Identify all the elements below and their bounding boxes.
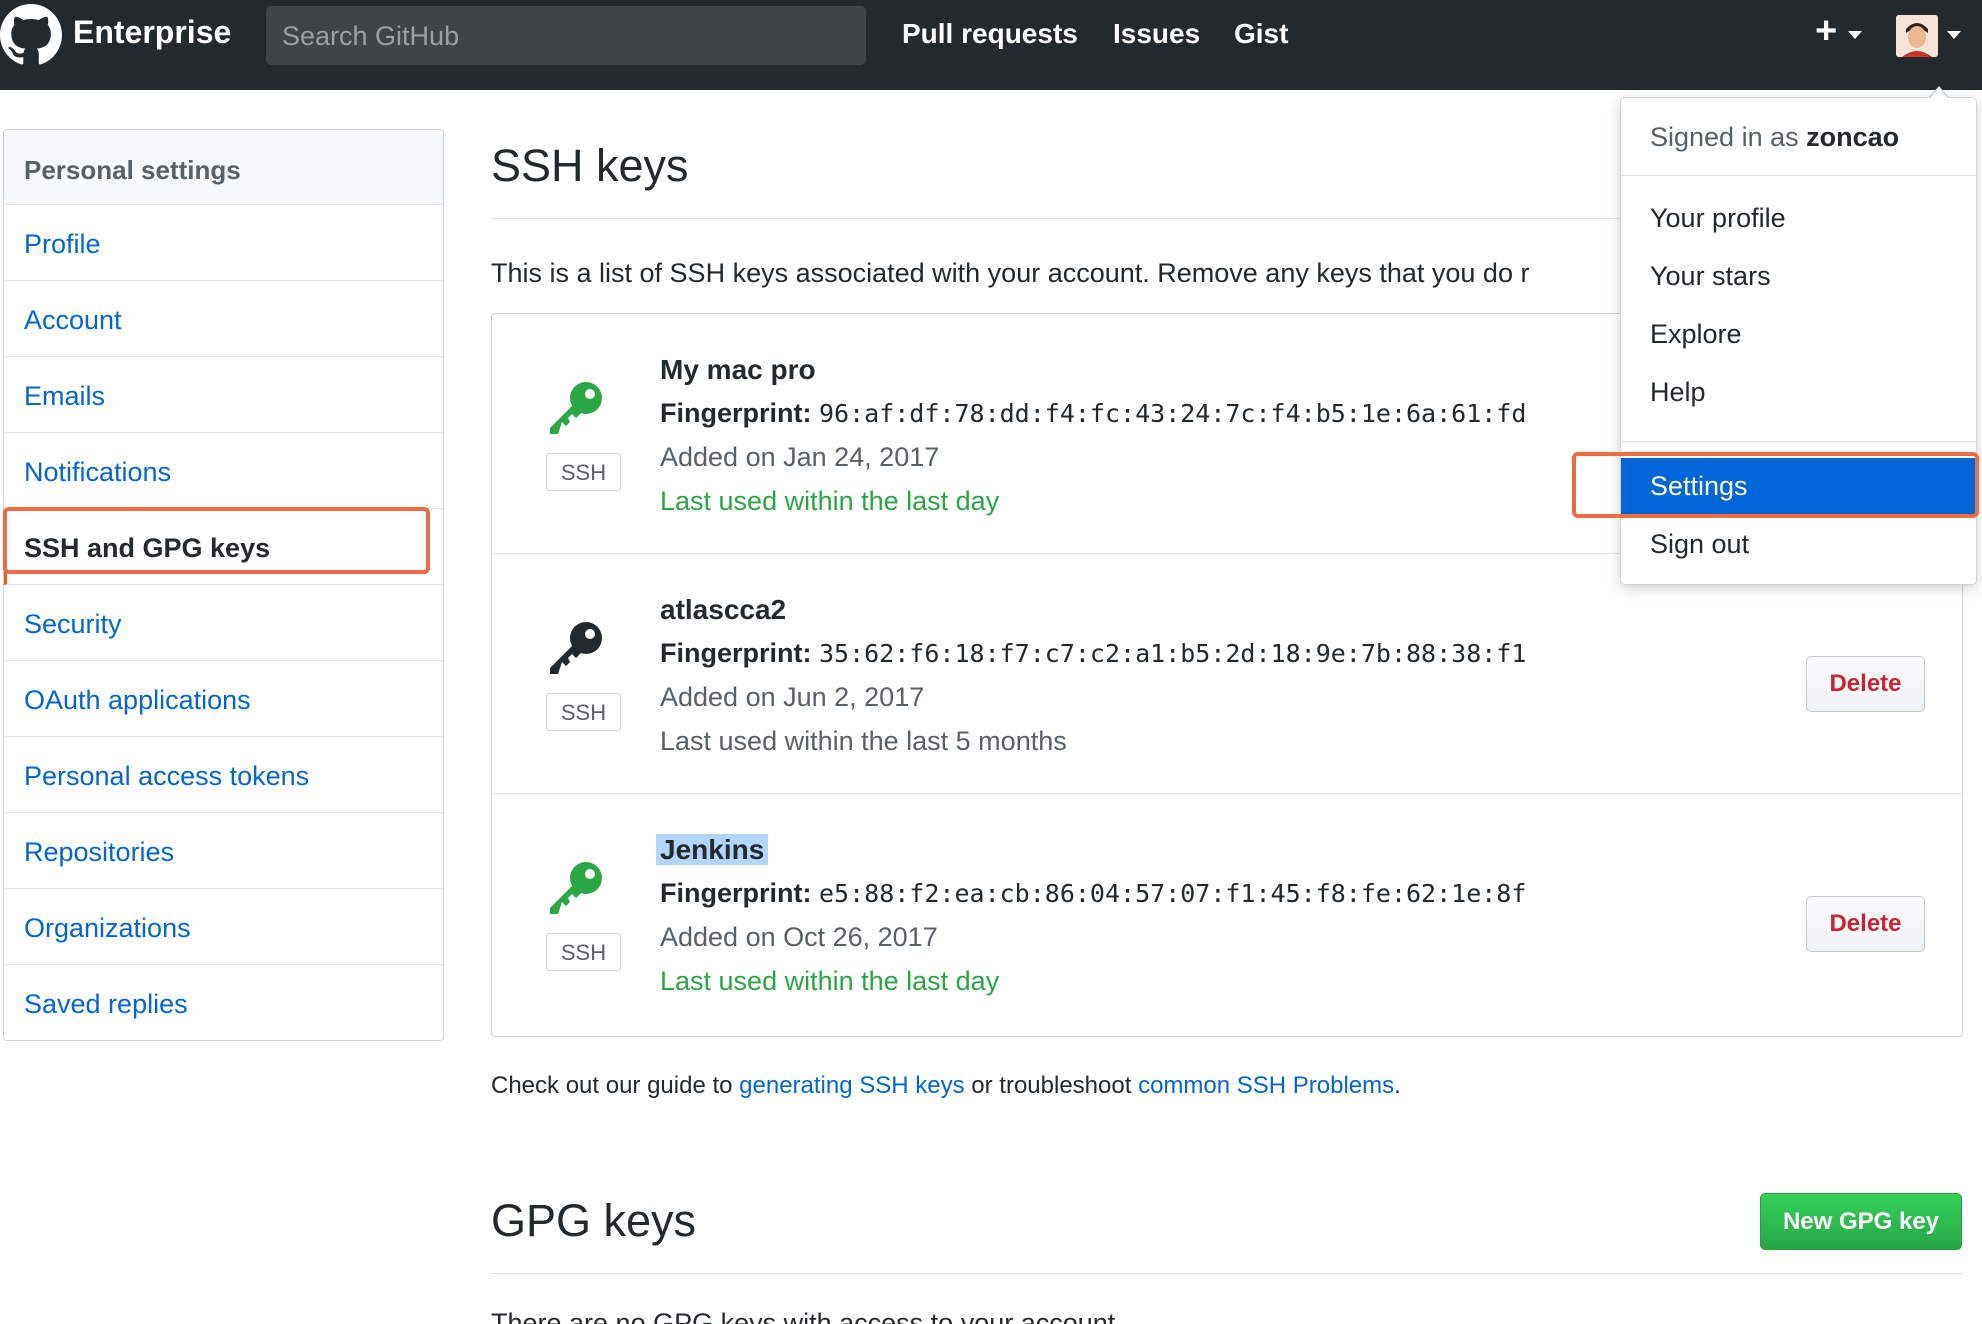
guide-prefix: Check out our guide to — [491, 1072, 740, 1099]
key-icon — [550, 382, 602, 434]
signed-in-as: Signed in as zoncao — [1650, 122, 1899, 153]
guide-middle: or troubleshoot — [964, 1072, 1139, 1099]
nav-gist[interactable]: Gist — [1234, 18, 1288, 50]
delete-key-button[interactable]: Delete — [1806, 896, 1925, 952]
key-icon — [550, 862, 602, 914]
key-icon — [550, 622, 602, 674]
fingerprint-label: Fingerprint: — [660, 398, 812, 428]
sidebar-item-profile[interactable]: Profile — [4, 205, 443, 281]
delete-key-button[interactable]: Delete — [1806, 656, 1925, 712]
key-added-date: Added on Jun 2, 2017 — [660, 682, 925, 712]
key-title: atlascca2 — [660, 594, 787, 625]
fingerprint-value: 96:af:df:78:dd:f4:fc:43:24:7c:f4:b5:1e:6… — [819, 399, 1527, 428]
key-fingerprint: Fingerprint: e5:88:f2:ea:cb:86:04:57:07:… — [660, 878, 1526, 909]
sidebar-item-saved-replies[interactable]: Saved replies — [4, 965, 443, 1040]
common-ssh-problems-link[interactable]: common SSH Problems — [1138, 1072, 1394, 1099]
signed-in-prefix: Signed in as — [1650, 122, 1807, 152]
gpg-keys-description: There are no GPG keys with access to you… — [491, 1308, 1123, 1324]
fingerprint-value: e5:88:f2:ea:cb:86:04:57:07:f1:45:f8:fe:6… — [819, 879, 1527, 908]
github-logo-icon[interactable] — [0, 4, 62, 66]
plus-icon[interactable]: + — [1815, 10, 1837, 53]
ssh-key-row: SSH Jenkins Fingerprint: e5:88:f2:ea:cb:… — [492, 794, 1962, 1034]
menu-item-your-profile[interactable]: Your profile — [1621, 190, 1976, 246]
menu-item-explore[interactable]: Explore — [1621, 306, 1976, 362]
chevron-down-icon — [1848, 31, 1862, 39]
ssh-badge: SSH — [546, 453, 621, 491]
sidebar-item-emails[interactable]: Emails — [4, 357, 443, 433]
ssh-keys-intro: This is a list of SSH keys associated wi… — [491, 258, 1530, 288]
key-added-date: Added on Jan 24, 2017 — [660, 442, 940, 472]
fingerprint-label: Fingerprint: — [660, 638, 812, 668]
ssh-key-row: SSH atlascca2 Fingerprint: 35:62:f6:18:f… — [492, 554, 1962, 794]
top-navbar: Enterprise Search GitHub Pull requests I… — [0, 0, 1982, 90]
fingerprint-value: 35:62:f6:18:f7:c7:c2:a1:b5:2d:18:9e:7b:8… — [819, 639, 1527, 668]
key-fingerprint: Fingerprint: 35:62:f6:18:f7:c7:c2:a1:b5:… — [660, 638, 1526, 669]
brand-enterprise[interactable]: Enterprise — [73, 14, 231, 51]
sidebar-title: Personal settings — [4, 130, 443, 205]
sidebar-item-repositories[interactable]: Repositories — [4, 813, 443, 889]
heading-divider — [491, 1273, 1963, 1274]
key-last-used: Last used within the last 5 months — [660, 726, 1067, 756]
key-added-date: Added on Oct 26, 2017 — [660, 922, 938, 952]
menu-item-your-stars[interactable]: Your stars — [1621, 248, 1976, 304]
user-avatar-icon — [1896, 15, 1938, 57]
highlight-annotation-ssh-gpg — [3, 507, 430, 574]
sidebar-item-account[interactable]: Account — [4, 281, 443, 357]
ssh-guide-text: Check out our guide to generating SSH ke… — [491, 1072, 1401, 1100]
key-fingerprint: Fingerprint: 96:af:df:78:dd:f4:fc:43:24:… — [660, 398, 1526, 429]
sidebar-item-organizations[interactable]: Organizations — [4, 889, 443, 965]
key-last-used: Last used within the last day — [660, 966, 1000, 996]
gpg-keys-heading: GPG keys — [491, 1195, 697, 1246]
ssh-badge: SSH — [546, 933, 621, 971]
sidebar-item-oauth-applications[interactable]: OAuth applications — [4, 661, 443, 737]
ssh-keys-heading: SSH keys — [491, 140, 689, 191]
key-last-used: Last used within the last day — [660, 486, 1000, 516]
highlight-annotation-settings — [1572, 452, 1979, 518]
dropdown-divider — [1621, 441, 1976, 442]
chevron-down-icon — [1947, 31, 1961, 39]
ssh-badge: SSH — [546, 693, 621, 731]
settings-sidebar: Personal settings Profile Account Emails… — [3, 129, 444, 1041]
selected-text-highlight: Jenkins — [656, 834, 769, 865]
key-title: Jenkins — [656, 834, 769, 866]
nav-pull-requests[interactable]: Pull requests — [902, 18, 1078, 50]
sidebar-item-security[interactable]: Security — [4, 585, 443, 661]
signed-in-username: zoncao — [1806, 122, 1900, 152]
sidebar-item-notifications[interactable]: Notifications — [4, 433, 443, 509]
avatar[interactable] — [1896, 15, 1938, 57]
sidebar-item-personal-access-tokens[interactable]: Personal access tokens — [4, 737, 443, 813]
nav-issues[interactable]: Issues — [1113, 18, 1200, 50]
search-input[interactable]: Search GitHub — [266, 6, 866, 65]
new-gpg-key-button[interactable]: New GPG key — [1760, 1193, 1962, 1250]
key-title: My mac pro — [660, 354, 816, 385]
menu-item-help[interactable]: Help — [1621, 364, 1976, 420]
fingerprint-label: Fingerprint: — [660, 878, 812, 908]
generating-ssh-keys-link[interactable]: generating SSH keys — [739, 1072, 964, 1099]
dropdown-caret-inner — [1929, 88, 1949, 99]
menu-item-sign-out[interactable]: Sign out — [1621, 516, 1976, 572]
dropdown-divider — [1621, 175, 1976, 176]
guide-suffix: . — [1394, 1072, 1401, 1099]
